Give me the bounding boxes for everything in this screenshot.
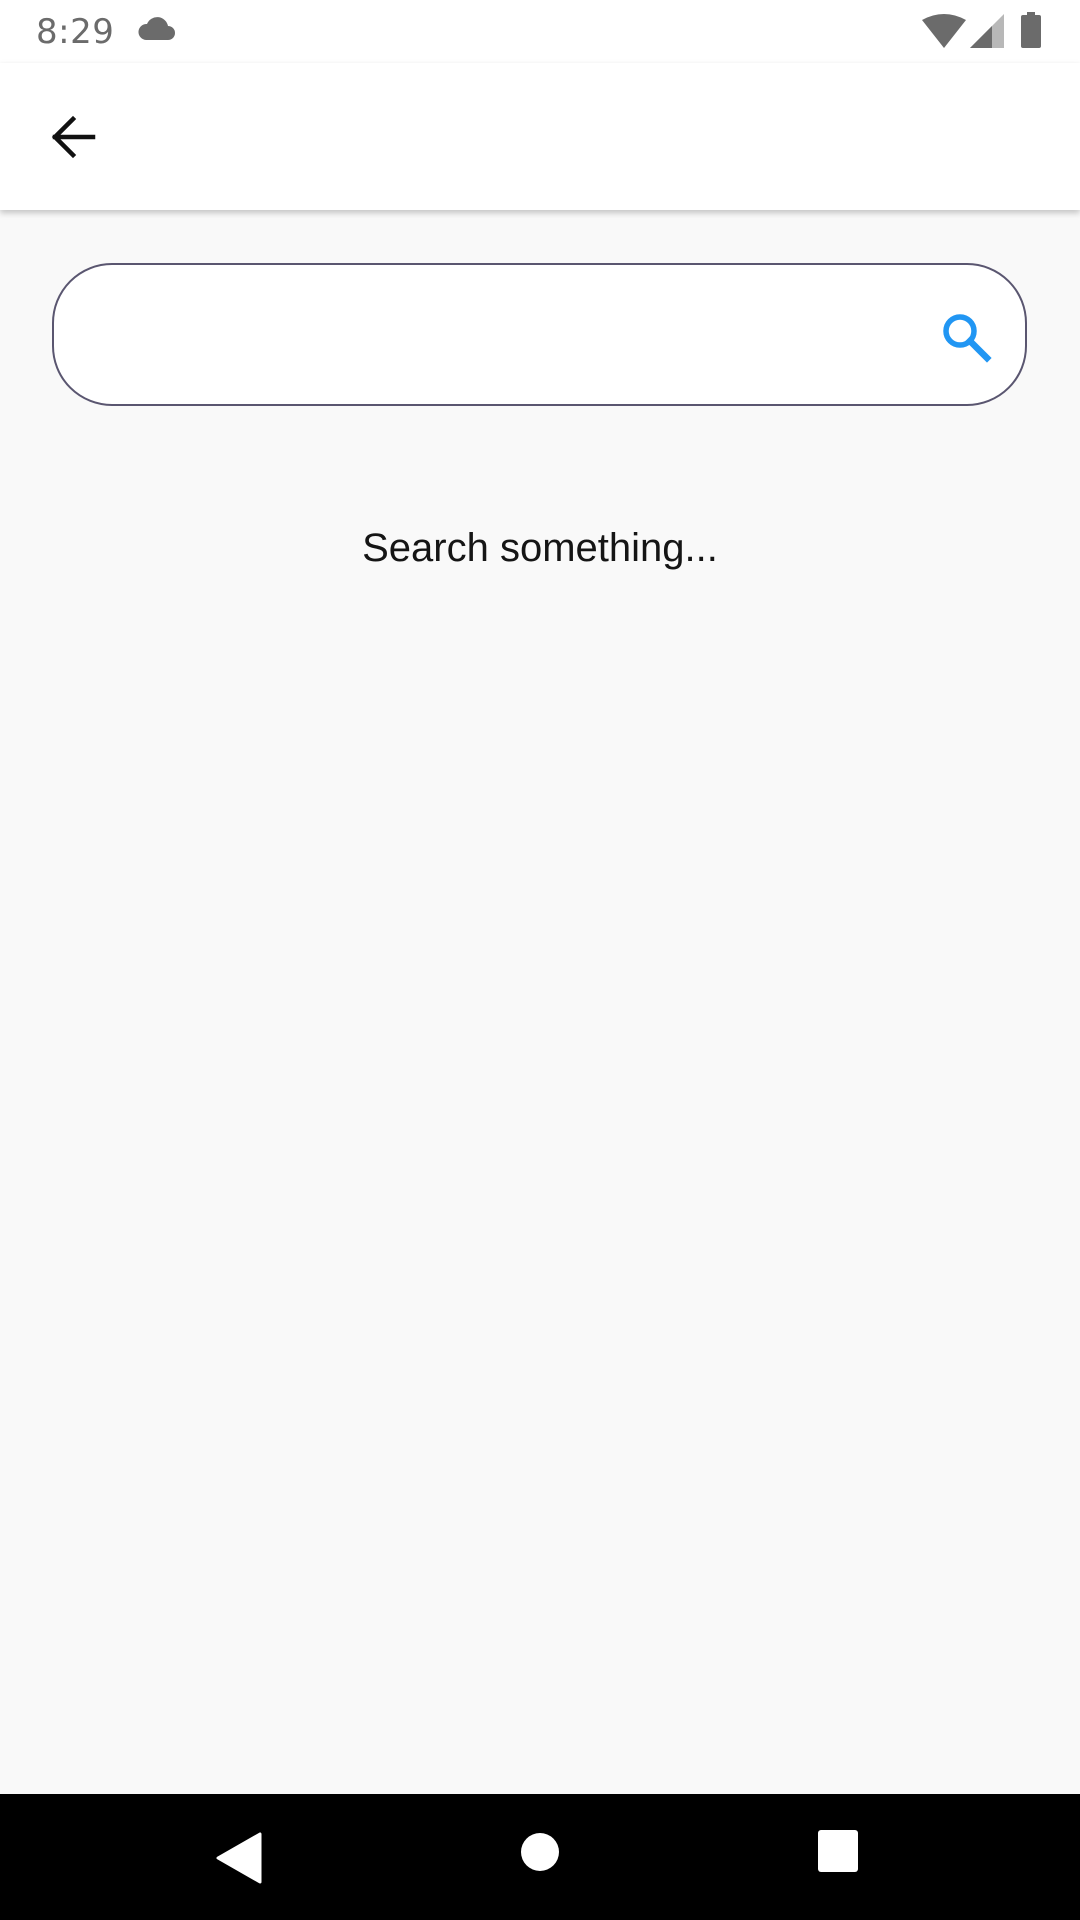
search-icon — [943, 314, 992, 363]
nav-home-icon[interactable] — [520, 1832, 560, 1872]
nav-recents-icon[interactable] — [818, 1830, 858, 1872]
app-bar — [0, 63, 1080, 210]
nav-back-icon[interactable] — [216, 1832, 262, 1884]
system-nav-bar — [0, 1794, 1080, 1920]
status-bar: 8:29 — [0, 0, 1080, 63]
search-button[interactable] — [934, 305, 998, 369]
status-time: 8:29 — [36, 12, 115, 52]
search-field — [52, 263, 1027, 406]
signal-icon — [970, 14, 1004, 48]
arrow-left-icon — [51, 115, 96, 159]
search-screen: 8:29 Search something... — [0, 0, 1080, 1920]
battery-icon — [1021, 12, 1041, 48]
search-input[interactable] — [98, 265, 938, 403]
back-button[interactable] — [36, 107, 110, 167]
empty-state-message: Search something... — [362, 526, 718, 570]
wifi-icon — [922, 14, 966, 48]
cloud-icon — [138, 17, 175, 40]
